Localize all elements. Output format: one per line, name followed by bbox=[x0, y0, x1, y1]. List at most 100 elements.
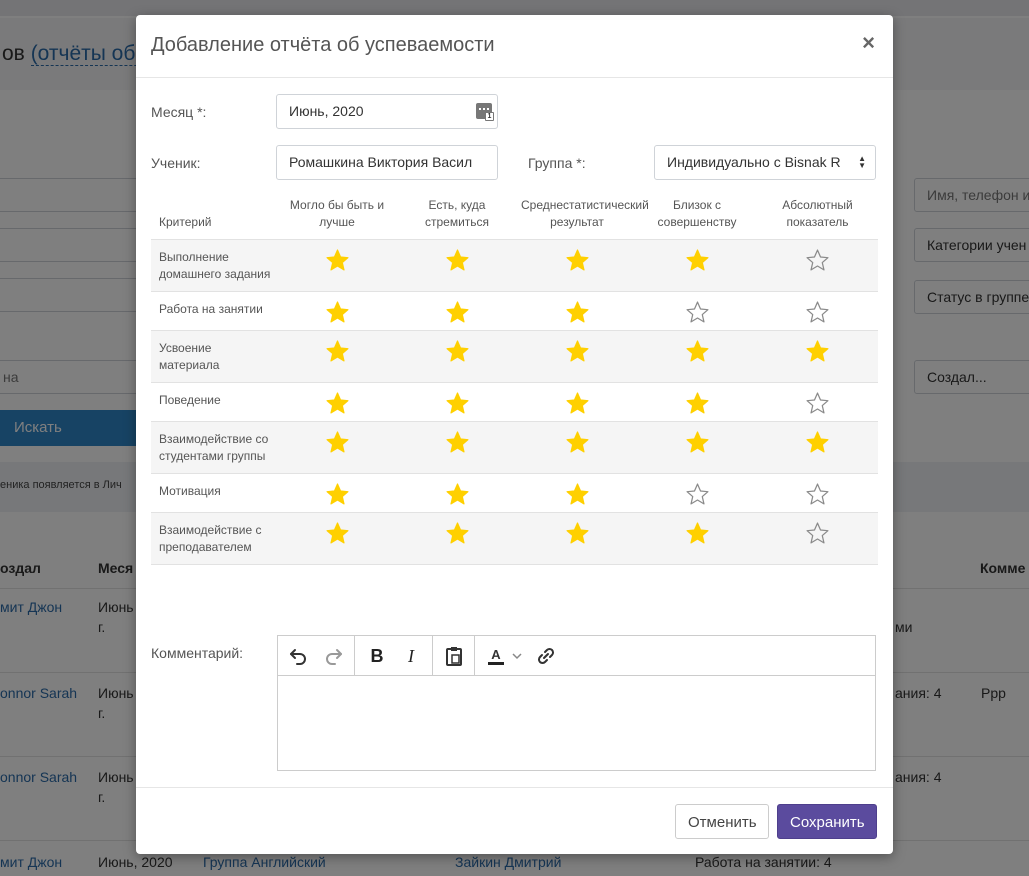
star-filled-icon[interactable] bbox=[685, 339, 710, 364]
rating-cell bbox=[397, 239, 517, 292]
rating-cell bbox=[277, 330, 397, 383]
rating-cell bbox=[277, 239, 397, 292]
redo-icon[interactable] bbox=[322, 644, 346, 668]
level-header: Могло бы быть и лучше bbox=[277, 193, 397, 240]
star-filled-icon[interactable] bbox=[565, 521, 590, 546]
rating-cell bbox=[757, 421, 878, 474]
calendar-icon[interactable]: 1 bbox=[476, 103, 494, 121]
star-filled-icon[interactable] bbox=[685, 248, 710, 273]
star-filled-icon[interactable] bbox=[565, 339, 590, 364]
student-field-value: Ромашкина Виктория Васил bbox=[289, 154, 473, 170]
star-empty-icon[interactable] bbox=[685, 300, 710, 325]
star-filled-icon[interactable] bbox=[325, 521, 350, 546]
star-filled-icon[interactable] bbox=[445, 248, 470, 273]
rating-cell bbox=[637, 330, 757, 383]
calendar-badge: 1 bbox=[485, 112, 494, 121]
star-filled-icon[interactable] bbox=[685, 391, 710, 416]
star-filled-icon[interactable] bbox=[565, 482, 590, 507]
modal-footer: Отменить Сохранить bbox=[136, 787, 893, 854]
star-empty-icon[interactable] bbox=[805, 521, 830, 546]
star-filled-icon[interactable] bbox=[565, 391, 590, 416]
star-filled-icon[interactable] bbox=[685, 521, 710, 546]
rating-cell bbox=[517, 330, 637, 383]
paste-icon[interactable] bbox=[442, 644, 466, 668]
star-filled-icon[interactable] bbox=[805, 430, 830, 455]
rating-cell bbox=[517, 291, 637, 331]
star-filled-icon[interactable] bbox=[325, 391, 350, 416]
criterion-row: Взаимодействие со студентами группы bbox=[151, 421, 878, 474]
star-empty-icon[interactable] bbox=[805, 482, 830, 507]
criterion-row: Выполнение домашнего задания bbox=[151, 239, 878, 292]
toolbar-divider bbox=[474, 636, 475, 676]
add-report-modal: Добавление отчёта об успеваемости × Меся… bbox=[136, 15, 893, 854]
rating-cell bbox=[637, 239, 757, 292]
text-color-icon[interactable]: A bbox=[484, 644, 508, 668]
comment-text-area[interactable] bbox=[278, 676, 875, 770]
cancel-button[interactable]: Отменить bbox=[675, 804, 769, 839]
star-filled-icon[interactable] bbox=[325, 482, 350, 507]
modal-title: Добавление отчёта об успеваемости bbox=[151, 34, 495, 56]
star-empty-icon[interactable] bbox=[805, 300, 830, 325]
rating-cell bbox=[757, 239, 878, 292]
toolbar-divider bbox=[354, 636, 355, 676]
ratings-table: Критерий Могло бы быть и лучше Есть, куд… bbox=[151, 193, 878, 565]
criterion-row: Поведение bbox=[151, 382, 878, 422]
star-empty-icon[interactable] bbox=[805, 248, 830, 273]
level-header: Есть, куда стремиться bbox=[397, 193, 517, 240]
star-filled-icon[interactable] bbox=[325, 430, 350, 455]
group-select[interactable]: Индивидуально с Bisnak R ▲ ▼ bbox=[654, 145, 876, 180]
save-button[interactable]: Сохранить bbox=[777, 804, 877, 839]
student-field[interactable]: Ромашкина Виктория Васил bbox=[276, 145, 498, 180]
toolbar-divider bbox=[432, 636, 433, 676]
chevron-down-icon[interactable] bbox=[510, 644, 524, 668]
rating-cell bbox=[757, 291, 878, 331]
star-filled-icon[interactable] bbox=[445, 521, 470, 546]
star-filled-icon[interactable] bbox=[565, 300, 590, 325]
level-header: Абсолютный показатель bbox=[757, 193, 878, 240]
star-filled-icon[interactable] bbox=[445, 339, 470, 364]
ratings-header-row: Критерий Могло бы быть и лучше Есть, куд… bbox=[151, 193, 878, 240]
level-header: Среднестатистический результат bbox=[517, 193, 649, 240]
editor-toolbar: B I A bbox=[278, 636, 875, 676]
italic-icon[interactable]: I bbox=[399, 644, 423, 668]
rating-cell bbox=[637, 512, 757, 565]
criterion-row: Взаимодействие с преподавателем bbox=[151, 512, 878, 565]
rating-cell bbox=[517, 382, 637, 422]
criterion-name: Выполнение домашнего задания bbox=[151, 239, 277, 292]
rating-cell bbox=[517, 421, 637, 474]
star-filled-icon[interactable] bbox=[805, 339, 830, 364]
star-filled-icon[interactable] bbox=[445, 391, 470, 416]
comment-editor: B I A bbox=[277, 635, 876, 771]
rating-cell bbox=[397, 421, 517, 474]
rating-cell bbox=[397, 473, 517, 513]
star-filled-icon[interactable] bbox=[565, 248, 590, 273]
star-empty-icon[interactable] bbox=[685, 482, 710, 507]
rating-cell bbox=[277, 473, 397, 513]
star-filled-icon[interactable] bbox=[445, 430, 470, 455]
star-filled-icon[interactable] bbox=[445, 482, 470, 507]
rating-cell bbox=[397, 291, 517, 331]
star-filled-icon[interactable] bbox=[325, 248, 350, 273]
ratings-body: Выполнение домашнего задания Работа на за… bbox=[151, 239, 878, 565]
star-filled-icon[interactable] bbox=[685, 430, 710, 455]
star-filled-icon[interactable] bbox=[325, 339, 350, 364]
criterion-row: Усвоение материала bbox=[151, 330, 878, 383]
rating-cell bbox=[757, 382, 878, 422]
star-empty-icon[interactable] bbox=[805, 391, 830, 416]
close-icon[interactable]: × bbox=[862, 32, 875, 54]
star-filled-icon[interactable] bbox=[325, 300, 350, 325]
student-label: Ученик: bbox=[151, 155, 201, 171]
bold-icon[interactable]: B bbox=[365, 644, 389, 668]
criterion-name: Взаимодействие с преподавателем bbox=[151, 512, 277, 565]
star-filled-icon[interactable] bbox=[565, 430, 590, 455]
rating-cell bbox=[277, 382, 397, 422]
criterion-header: Критерий bbox=[151, 193, 277, 240]
star-filled-icon[interactable] bbox=[445, 300, 470, 325]
undo-icon[interactable] bbox=[286, 644, 310, 668]
rating-cell bbox=[517, 512, 637, 565]
month-field[interactable]: Июнь, 2020 1 bbox=[276, 94, 498, 129]
link-icon[interactable] bbox=[534, 644, 558, 668]
rating-cell bbox=[757, 473, 878, 513]
month-field-value: Июнь, 2020 bbox=[289, 103, 364, 119]
group-label: Группа *: bbox=[528, 155, 586, 171]
